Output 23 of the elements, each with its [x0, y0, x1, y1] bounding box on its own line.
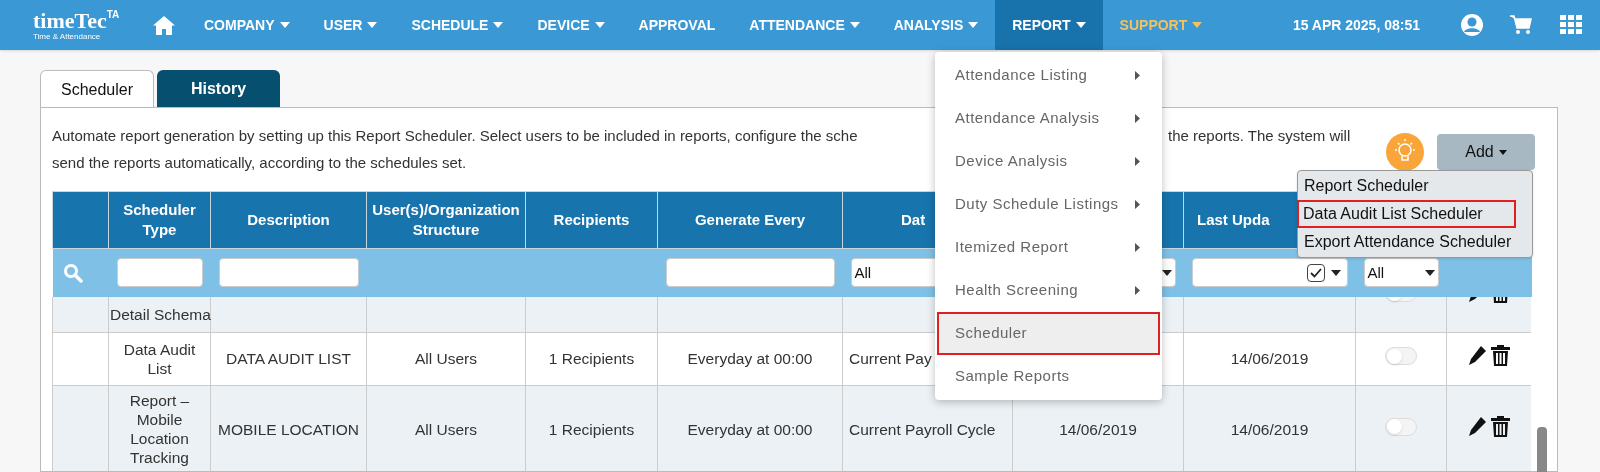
logo-text: timeTec [33, 9, 107, 32]
logo-tagline: Time & Attendance [33, 32, 102, 41]
table-cell: 1 Recipients [548, 420, 635, 438]
table-cell: DATA AUDIT LIST [226, 350, 351, 367]
table-cell: MOBILE LOCATION [218, 420, 359, 438]
date-time: 15 APR 2025, 08:51 [1292, 15, 1420, 35]
table-cell: Data Audit List [123, 340, 196, 377]
table-cell: All Users [415, 350, 477, 367]
description-text: send the reports automatically, according to the schedules set. [52, 153, 467, 173]
table-cell: Everyday at 00:00 [687, 350, 813, 367]
table-cell: 14/06/2019 [1059, 420, 1137, 438]
table-cell: All Users [415, 420, 477, 438]
table-cell: 1 Recipients [548, 350, 635, 367]
table-cell: 14/06/2019 [1230, 350, 1309, 367]
table-cell: Current Pay [849, 350, 932, 367]
table-cell: 14/06/2019 [1230, 420, 1309, 438]
table-cell: Everyday at 00:00 [687, 420, 813, 438]
description-text: the reports. The system will [1168, 126, 1351, 146]
description-text: Automate report generation by setting up this Report Scheduler. Select users to be included in reports, configure the sche [52, 126, 859, 146]
table-cell: Detail Schema [110, 305, 211, 323]
table-cell: Current Payroll Cycle [849, 420, 996, 438]
logo-superscript: TA [106, 9, 120, 20]
table-cell: Report – Mobile Location Tracking [129, 392, 190, 466]
